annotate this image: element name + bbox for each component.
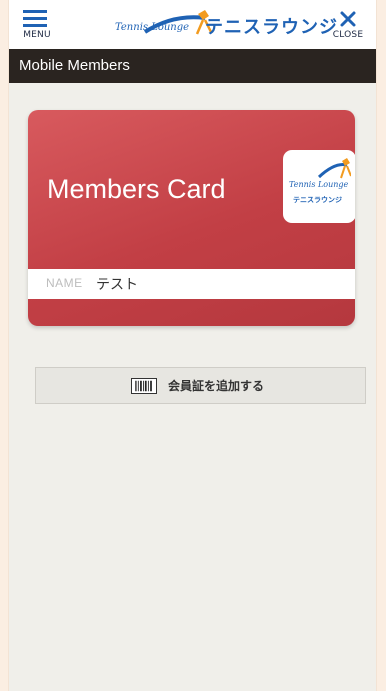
card-logo-japanese: テニスラウンジ	[293, 196, 342, 204]
name-label: NAME	[46, 276, 83, 290]
menu-button[interactable]: MENU	[19, 8, 55, 42]
add-member-card-label: 会員証を追加する	[168, 379, 265, 393]
app-logo: Tennis Lounge テニスラウンジ	[113, 8, 337, 42]
name-value: テスト	[96, 277, 138, 293]
hamburger-icon	[23, 24, 47, 27]
close-label: CLOSE	[332, 30, 364, 40]
add-member-card-button[interactable]: 会員証を追加する	[35, 367, 366, 404]
hamburger-icon	[23, 10, 47, 13]
close-button[interactable]: CLOSE	[330, 8, 366, 42]
page-title: Mobile Members	[19, 57, 130, 74]
members-card[interactable]: Members Card Tennis Lounge テニスラウンジ NAME …	[28, 110, 355, 326]
page-title-bar: Mobile Members	[9, 49, 376, 83]
hamburger-icon	[23, 17, 47, 20]
card-logo: Tennis Lounge テニスラウンジ	[283, 150, 355, 223]
logo-script-text: Tennis Lounge	[115, 22, 190, 33]
top-navigation-bar: MENU Tennis Lounge テニスラウンジ CLOSE	[9, 0, 376, 50]
card-title: Members Card	[47, 174, 226, 204]
card-logo-script: Tennis Lounge	[289, 180, 349, 189]
close-icon	[340, 11, 356, 27]
app-frame: MENU Tennis Lounge テニスラウンジ CLOSE Mobile …	[9, 0, 376, 691]
logo-japanese-text: テニスラウンジ	[205, 17, 338, 38]
name-field: NAME テスト	[28, 269, 355, 299]
barcode-icon	[131, 378, 157, 394]
menu-label: MENU	[23, 30, 51, 40]
logo-swoosh-icon	[317, 158, 351, 179]
